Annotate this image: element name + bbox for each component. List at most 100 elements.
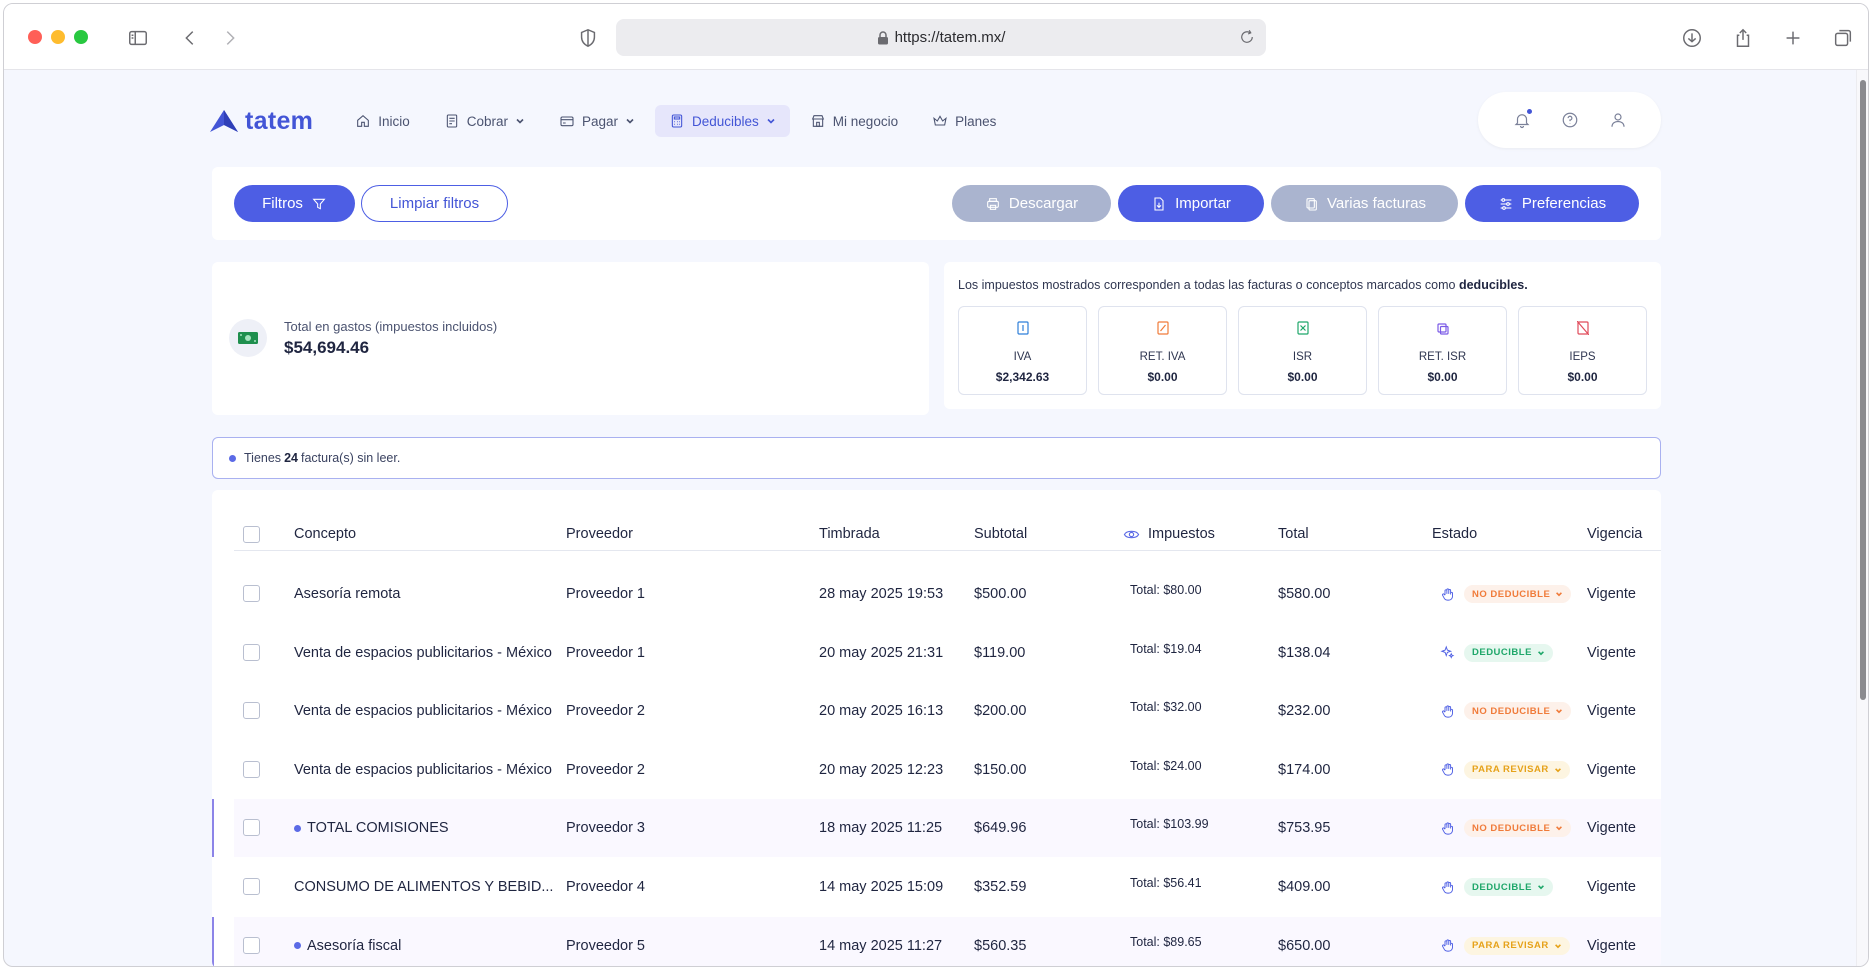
table-row[interactable]: TOTAL COMISIONES Proveedor 3 18 may 2025 1… [212, 799, 1661, 858]
store-icon [811, 115, 824, 127]
hand-icon [1442, 705, 1453, 718]
nav-item-pagar[interactable]: Pagar [545, 105, 649, 137]
column-header-status[interactable]: Estado [1432, 518, 1477, 550]
profile-button[interactable] [1609, 111, 1627, 129]
cell-taxes[interactable]: Total: $24.00 [1130, 737, 1202, 795]
document-icon [1157, 321, 1169, 335]
multiple-invoices-button[interactable]: Varias facturas [1271, 185, 1458, 222]
table-row[interactable]: Asesoría fiscal Proveedor 5 14 may 2025 11… [212, 916, 1661, 966]
close-window-button[interactable] [28, 30, 42, 44]
filters-button[interactable]: Filtros [234, 185, 355, 222]
concept-text: Asesoría fiscal [307, 937, 402, 954]
cell-taxes[interactable]: Total: $89.65 [1130, 913, 1202, 966]
cell-taxes[interactable]: Total: $80.00 [1130, 561, 1202, 619]
status-badge[interactable]: DEDUCIBLE [1464, 643, 1553, 662]
nav-item-planes[interactable]: Planes [918, 105, 1010, 137]
reload-icon[interactable] [1238, 28, 1256, 46]
window-controls [28, 30, 88, 44]
tab-overview-icon[interactable] [1829, 24, 1857, 52]
cell-taxes[interactable]: Total: $56.41 [1130, 854, 1202, 912]
share-icon[interactable] [1729, 24, 1757, 52]
unread-invoices-banner[interactable]: Tienes 24 factura(s) sin leer. [212, 437, 1661, 479]
column-header-stamped[interactable]: Timbrada [819, 518, 880, 550]
cell-subtotal: $352.59 [974, 879, 1027, 895]
sidebar-toggle-icon[interactable] [124, 24, 152, 52]
row-checkbox[interactable] [243, 702, 260, 720]
row-checkbox[interactable] [243, 643, 260, 661]
help-icon [1562, 112, 1577, 128]
tax-value: $0.00 [1287, 370, 1318, 384]
notifications-button[interactable] [1513, 108, 1533, 129]
row-checkbox[interactable] [243, 819, 260, 837]
minimize-window-button[interactable] [51, 30, 65, 44]
status-badge[interactable]: NO DEDUCIBLE [1464, 702, 1572, 721]
nav-item-cobrar[interactable]: Cobrar [430, 105, 539, 137]
nav-item-mi-negocio[interactable]: Mi negocio [796, 105, 912, 137]
clear-filters-button[interactable]: Limpiar filtros [361, 185, 508, 222]
status-badge-label: NO DEDUCIBLE [1472, 588, 1551, 600]
cell-taxes[interactable]: Total: $103.99 [1130, 795, 1209, 853]
cell-validity: Vigente [1587, 761, 1636, 778]
forward-icon[interactable] [216, 24, 244, 52]
cell-stamped: 18 may 2025 11:25 [819, 820, 943, 837]
cell-provider: Proveedor 2 [566, 703, 645, 720]
status-badge[interactable]: PARA REVISAR [1464, 760, 1570, 779]
row-checkbox[interactable] [243, 878, 260, 895]
chevron-down-icon [767, 118, 775, 124]
nav-item-deducibles[interactable]: Deducibles [655, 105, 790, 137]
table-row[interactable]: Venta de espacios publicitarios - México… [234, 624, 1661, 682]
unread-count: 24 [284, 451, 298, 465]
concept-text: CONSUMO DE ALIMENTOS Y BEBID... [294, 879, 554, 895]
total-expenses-card: Total en gastos (impuestos incluidos) $5… [212, 262, 929, 415]
column-header-validity[interactable]: Vigencia [1587, 518, 1642, 550]
table-row[interactable]: Asesoría remota Proveedor 1 28 may 2025 19… [234, 565, 1661, 623]
import-button[interactable]: Importar [1118, 185, 1264, 222]
address-bar[interactable]: https://tatem.mx/ [616, 19, 1266, 56]
nav-item-inicio[interactable]: Inicio [341, 105, 424, 137]
column-header-subtotal[interactable]: Subtotal [974, 518, 1027, 550]
column-header-total[interactable]: Total [1278, 518, 1309, 550]
help-button[interactable] [1561, 111, 1579, 129]
clear-filters-label: Limpiar filtros [389, 195, 480, 212]
chevron-down-icon [1556, 826, 1563, 831]
row-checkbox[interactable] [243, 585, 260, 602]
tax-value: $0.00 [1147, 370, 1178, 384]
cell-validity: Vigente [1587, 703, 1636, 720]
brand-logo[interactable]: tatem [209, 107, 313, 136]
scrollbar-thumb[interactable] [1860, 80, 1866, 700]
downloads-icon[interactable] [1678, 24, 1706, 52]
tax-name: RET. IVA [1139, 351, 1186, 363]
tatem-logo-icon [210, 110, 238, 132]
column-header-taxes[interactable]: Impuestos [1123, 518, 1215, 550]
select-all-checkbox[interactable] [243, 526, 260, 543]
table-row[interactable]: CONSUMO DE ALIMENTOS Y BEBID... Proveedor… [234, 858, 1661, 916]
tax-name: IEPS [1569, 351, 1596, 363]
column-header-provider[interactable]: Proveedor [566, 518, 633, 550]
cell-stamped: 20 may 2025 12:23 [819, 761, 944, 778]
new-tab-icon[interactable] [1779, 24, 1807, 52]
cell-total: $232.00 [1278, 703, 1331, 720]
eye-icon[interactable] [1123, 526, 1140, 543]
row-checkbox[interactable] [243, 936, 260, 954]
status-badge[interactable]: NO DEDUCIBLE [1464, 585, 1572, 603]
cell-concept: Venta de espacios publicitarios - México [294, 741, 552, 799]
download-button[interactable]: Descargar [952, 185, 1111, 222]
back-icon[interactable] [176, 24, 204, 52]
cell-provider: Proveedor 4 [566, 879, 645, 895]
cell-taxes[interactable]: Total: $32.00 [1130, 678, 1202, 736]
cell-status: PARA REVISAR [1440, 917, 1570, 966]
status-badge-label: NO DEDUCIBLE [1472, 822, 1551, 834]
status-badge[interactable]: NO DEDUCIBLE [1464, 819, 1572, 838]
status-badge[interactable]: DEDUCIBLE [1464, 878, 1553, 896]
preferences-button[interactable]: Preferencias [1465, 185, 1639, 222]
maximize-window-button[interactable] [74, 30, 88, 44]
row-checkbox[interactable] [243, 760, 260, 778]
privacy-shield-icon[interactable] [574, 24, 602, 52]
table-row[interactable]: Venta de espacios publicitarios - México… [234, 741, 1661, 799]
table-row[interactable]: Venta de espacios publicitarios - México… [234, 682, 1661, 740]
status-badge[interactable]: PARA REVISAR [1464, 936, 1570, 955]
cell-taxes[interactable]: Total: $19.04 [1130, 620, 1202, 678]
column-header-concept[interactable]: Concepto [294, 518, 356, 550]
page-scrollbar[interactable] [1856, 70, 1868, 966]
cell-total: $409.00 [1278, 879, 1331, 895]
